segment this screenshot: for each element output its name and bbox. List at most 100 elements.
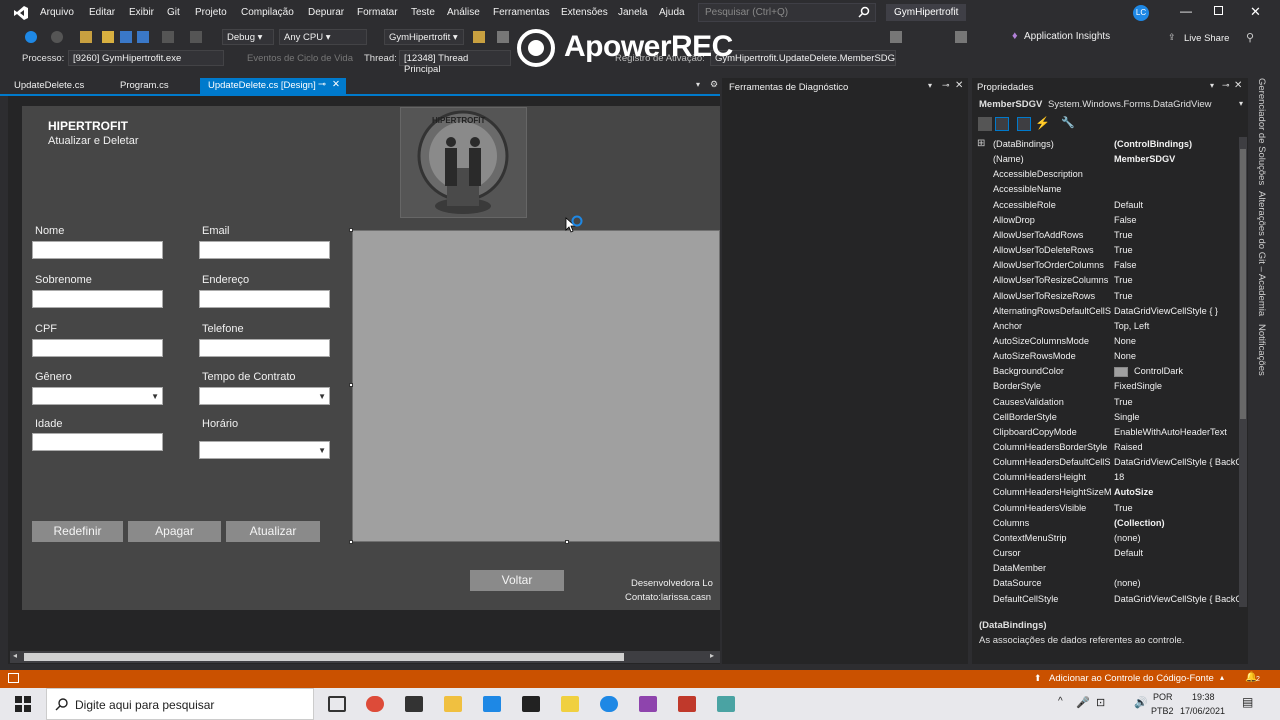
- endereco-input[interactable]: [199, 290, 330, 308]
- app-insights-button[interactable]: Application Insights: [1024, 31, 1110, 42]
- task-view-icon[interactable]: [328, 696, 346, 712]
- property-value[interactable]: (ControlBindings): [1114, 139, 1240, 149]
- property-row[interactable]: ColumnHeadersHeight 18: [976, 470, 1244, 485]
- menu-ajuda[interactable]: Ajuda: [659, 7, 685, 18]
- output-icon[interactable]: [8, 673, 19, 683]
- voltar-button[interactable]: Voltar: [470, 570, 564, 591]
- minimize-icon[interactable]: —: [1180, 4, 1192, 18]
- property-value[interactable]: True: [1114, 291, 1240, 301]
- tab-updatedelete-cs[interactable]: UpdateDelete.cs: [6, 78, 92, 94]
- visual-studio-logo-icon[interactable]: [13, 5, 29, 21]
- volume-icon[interactable]: 🔊: [1134, 696, 1148, 709]
- property-value[interactable]: (none): [1114, 578, 1240, 588]
- tray-chevron-icon[interactable]: ^: [1058, 696, 1063, 707]
- properties-icon[interactable]: [1017, 117, 1031, 131]
- tab-program-cs[interactable]: Program.cs: [112, 78, 177, 94]
- property-value[interactable]: True: [1114, 397, 1240, 407]
- property-row[interactable]: AllowUserToResizeRows True: [976, 289, 1244, 304]
- thread-dropdown[interactable]: [12348] Thread Principal: [399, 50, 511, 75]
- menu-compilacao[interactable]: Compilação: [241, 7, 294, 18]
- undo-icon[interactable]: [162, 31, 174, 43]
- object-selector[interactable]: MemberSDGV System.Windows.Forms.DataGrid…: [977, 97, 1245, 113]
- resize-handle[interactable]: [349, 383, 353, 387]
- process-dropdown[interactable]: [9260] GymHipertrofit.exe: [68, 50, 224, 66]
- property-row[interactable]: AllowUserToAddRows True: [976, 228, 1244, 243]
- close-icon[interactable]: ✕: [955, 80, 963, 91]
- pin-icon[interactable]: ⊸: [318, 79, 326, 90]
- horizontal-scrollbar[interactable]: ◂ ▸: [10, 651, 720, 663]
- browser-icon[interactable]: [497, 31, 509, 43]
- live-share-button[interactable]: Live Share: [1184, 33, 1229, 44]
- back-icon[interactable]: [25, 31, 37, 43]
- microphone-icon[interactable]: 🎤: [1076, 696, 1090, 709]
- property-row[interactable]: AllowUserToDeleteRows True: [976, 243, 1244, 258]
- visual-studio-taskbar-icon[interactable]: [639, 696, 657, 712]
- telefone-input[interactable]: [199, 339, 330, 357]
- menu-janela[interactable]: Janela: [618, 7, 647, 18]
- property-value[interactable]: True: [1114, 275, 1240, 285]
- cpf-input[interactable]: [32, 339, 163, 357]
- platform-dropdown[interactable]: Any CPU ▾: [279, 29, 367, 45]
- property-value[interactable]: EnableWithAutoHeaderText: [1114, 427, 1240, 437]
- expand-icon[interactable]: ⊞: [977, 138, 985, 149]
- redo-icon[interactable]: [190, 31, 202, 43]
- folder-icon[interactable]: [473, 31, 485, 43]
- apagar-button[interactable]: Apagar: [128, 521, 221, 542]
- property-row[interactable]: AllowUserToResizeColumns True: [976, 273, 1244, 288]
- property-row[interactable]: DataMember: [976, 561, 1244, 576]
- property-value[interactable]: Raised: [1114, 442, 1240, 452]
- properties-scrollbar[interactable]: [1239, 137, 1247, 607]
- scrollbar-thumb[interactable]: [1240, 149, 1246, 419]
- property-row[interactable]: Cursor Default: [976, 546, 1244, 561]
- property-row[interactable]: ColumnHeadersHeightSizeM AutoSize: [976, 485, 1244, 500]
- property-row[interactable]: ContextMenuStrip (none): [976, 531, 1244, 546]
- property-value[interactable]: Single: [1114, 412, 1240, 422]
- categorized-icon[interactable]: [978, 117, 992, 131]
- property-row[interactable]: ColumnHeadersVisible True: [976, 501, 1244, 516]
- property-row[interactable]: AccessibleRole Default: [976, 198, 1244, 213]
- property-value[interactable]: False: [1114, 260, 1240, 270]
- store-icon[interactable]: [405, 696, 423, 712]
- redefinir-button[interactable]: Redefinir: [32, 521, 123, 542]
- recorder-taskbar-icon[interactable]: [678, 696, 696, 712]
- save-icon[interactable]: [120, 31, 132, 43]
- terminal-icon[interactable]: [522, 696, 540, 712]
- input-language[interactable]: POR: [1153, 692, 1173, 702]
- property-value[interactable]: True: [1114, 503, 1240, 513]
- menu-depurar[interactable]: Depurar: [308, 7, 344, 18]
- property-row[interactable]: CausesValidation True: [976, 395, 1244, 410]
- property-row[interactable]: BorderStyle FixedSingle: [976, 379, 1244, 394]
- property-row[interactable]: ClipboardCopyMode EnableWithAutoHeaderTex…: [976, 425, 1244, 440]
- property-value[interactable]: DataGridViewCellStyle { BackC: [1114, 594, 1240, 604]
- menu-analise[interactable]: Análise: [447, 7, 480, 18]
- app-insights-icon[interactable]: ♦: [1012, 30, 1018, 42]
- menu-arquivo[interactable]: Arquivo: [40, 7, 74, 18]
- forward-icon[interactable]: [51, 31, 63, 43]
- network-icon[interactable]: ⊡: [1096, 696, 1105, 709]
- resize-handle[interactable]: [349, 228, 353, 232]
- rail-git-changes[interactable]: Alterações do Git – Academia: [1256, 191, 1267, 316]
- app-icon[interactable]: [600, 696, 618, 712]
- property-value[interactable]: MemberSDGV: [1114, 154, 1240, 164]
- tools-icon[interactable]: [955, 31, 967, 43]
- open-icon[interactable]: [102, 31, 114, 43]
- property-value[interactable]: None: [1114, 336, 1240, 346]
- save-all-icon[interactable]: [137, 31, 149, 43]
- resize-handle[interactable]: [349, 540, 353, 544]
- logo-picturebox[interactable]: HIPERTROFIT: [400, 107, 527, 218]
- tab-overflow-icon[interactable]: ▾: [696, 80, 700, 89]
- rail-solution-explorer[interactable]: Gerenciador de Soluções: [1256, 78, 1267, 185]
- clock-date[interactable]: 17/06/2021: [1180, 706, 1225, 716]
- tempo-contrato-select[interactable]: ▼: [199, 387, 330, 405]
- input-layout[interactable]: PTB2: [1151, 706, 1174, 716]
- menu-extensoes[interactable]: Extensões: [561, 7, 608, 18]
- property-row[interactable]: AlternatingRowsDefaultCellS DataGridViewC…: [976, 304, 1244, 319]
- alphabetical-icon[interactable]: [995, 117, 1009, 131]
- property-row[interactable]: DataSource (none): [976, 576, 1244, 591]
- property-row[interactable]: AllowUserToOrderColumns False: [976, 258, 1244, 273]
- property-row[interactable]: DefaultCellStyle DataGridViewCellStyle { …: [976, 592, 1244, 607]
- property-pages-icon[interactable]: 🔧: [1061, 116, 1075, 129]
- member-datagridview[interactable]: [352, 230, 720, 542]
- windows-start-icon[interactable]: [15, 696, 31, 712]
- property-value[interactable]: DataGridViewCellStyle { }: [1114, 306, 1240, 316]
